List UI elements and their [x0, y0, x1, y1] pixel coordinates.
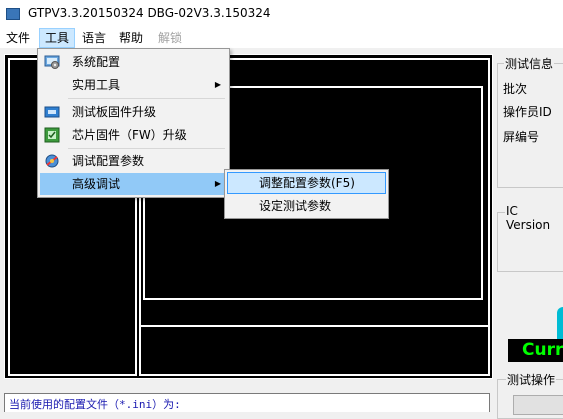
test-operation-button[interactable] — [513, 395, 563, 415]
window-title: GTPV3.3.20150324 DBG-02V3.3.150324 — [28, 6, 271, 20]
board-icon — [44, 104, 60, 120]
ic-version-title: IC Version — [505, 204, 563, 232]
menu-language[interactable]: 语言 — [77, 28, 111, 48]
debug-icon — [44, 153, 60, 169]
settings-icon — [44, 54, 60, 70]
menu-unlock: 解锁 — [158, 31, 183, 45]
test-operation-title: 测试操作 — [506, 371, 557, 388]
test-info-title: 测试信息 — [504, 55, 555, 72]
screen-number-label: 屏编号 — [503, 130, 540, 144]
submenu-arrow-icon: ▶ — [214, 80, 221, 89]
menu-tools[interactable]: 工具 — [39, 28, 76, 48]
title-bar: GTPV3.3.20150324 DBG-02V3.3.150324 — [0, 0, 563, 28]
menu-item-system-config[interactable]: 系统配置 — [40, 51, 227, 73]
menu-bar: 文件 工具 语言 帮助 解锁 — [0, 28, 563, 48]
app-icon — [6, 8, 20, 20]
menu-item-advanced-debug[interactable]: 高级调试 ▶ — [40, 173, 227, 195]
submenu-item-set-test-params[interactable]: 设定测试参数 — [227, 195, 386, 217]
current-banner: Curr — [508, 339, 563, 362]
advanced-debug-submenu: 调整配置参数(F5) 设定测试参数 — [224, 169, 389, 219]
chip-icon — [44, 127, 60, 143]
submenu-arrow-icon: ▶ — [214, 179, 221, 188]
menu-separator — [68, 148, 225, 149]
menu-item-utilities[interactable]: 实用工具 ▶ — [40, 74, 227, 96]
menu-file[interactable]: 文件 — [1, 28, 35, 48]
menu-help[interactable]: 帮助 — [114, 28, 148, 48]
operator-id-label: 操作员ID — [503, 105, 552, 119]
menu-item-chip-firmware-upgrade[interactable]: 芯片固件（FW）升级 — [40, 124, 227, 146]
display-divider — [139, 325, 490, 327]
config-file-status: 当前使用的配置文件（*.ini）为: — [4, 393, 490, 412]
submenu-item-adjust-config-params[interactable]: 调整配置参数(F5) — [227, 172, 386, 194]
menu-item-board-firmware-upgrade[interactable]: 测试板固件升级 — [40, 101, 227, 123]
batch-label: 批次 — [503, 82, 528, 96]
menu-separator — [68, 98, 225, 99]
menu-item-debug-config-params[interactable]: 调试配置参数 — [40, 150, 227, 172]
tools-dropdown-menu: 系统配置 实用工具 ▶ 测试板固件升级 芯片固件（FW）升级 调试配置参数 高级… — [37, 48, 230, 198]
